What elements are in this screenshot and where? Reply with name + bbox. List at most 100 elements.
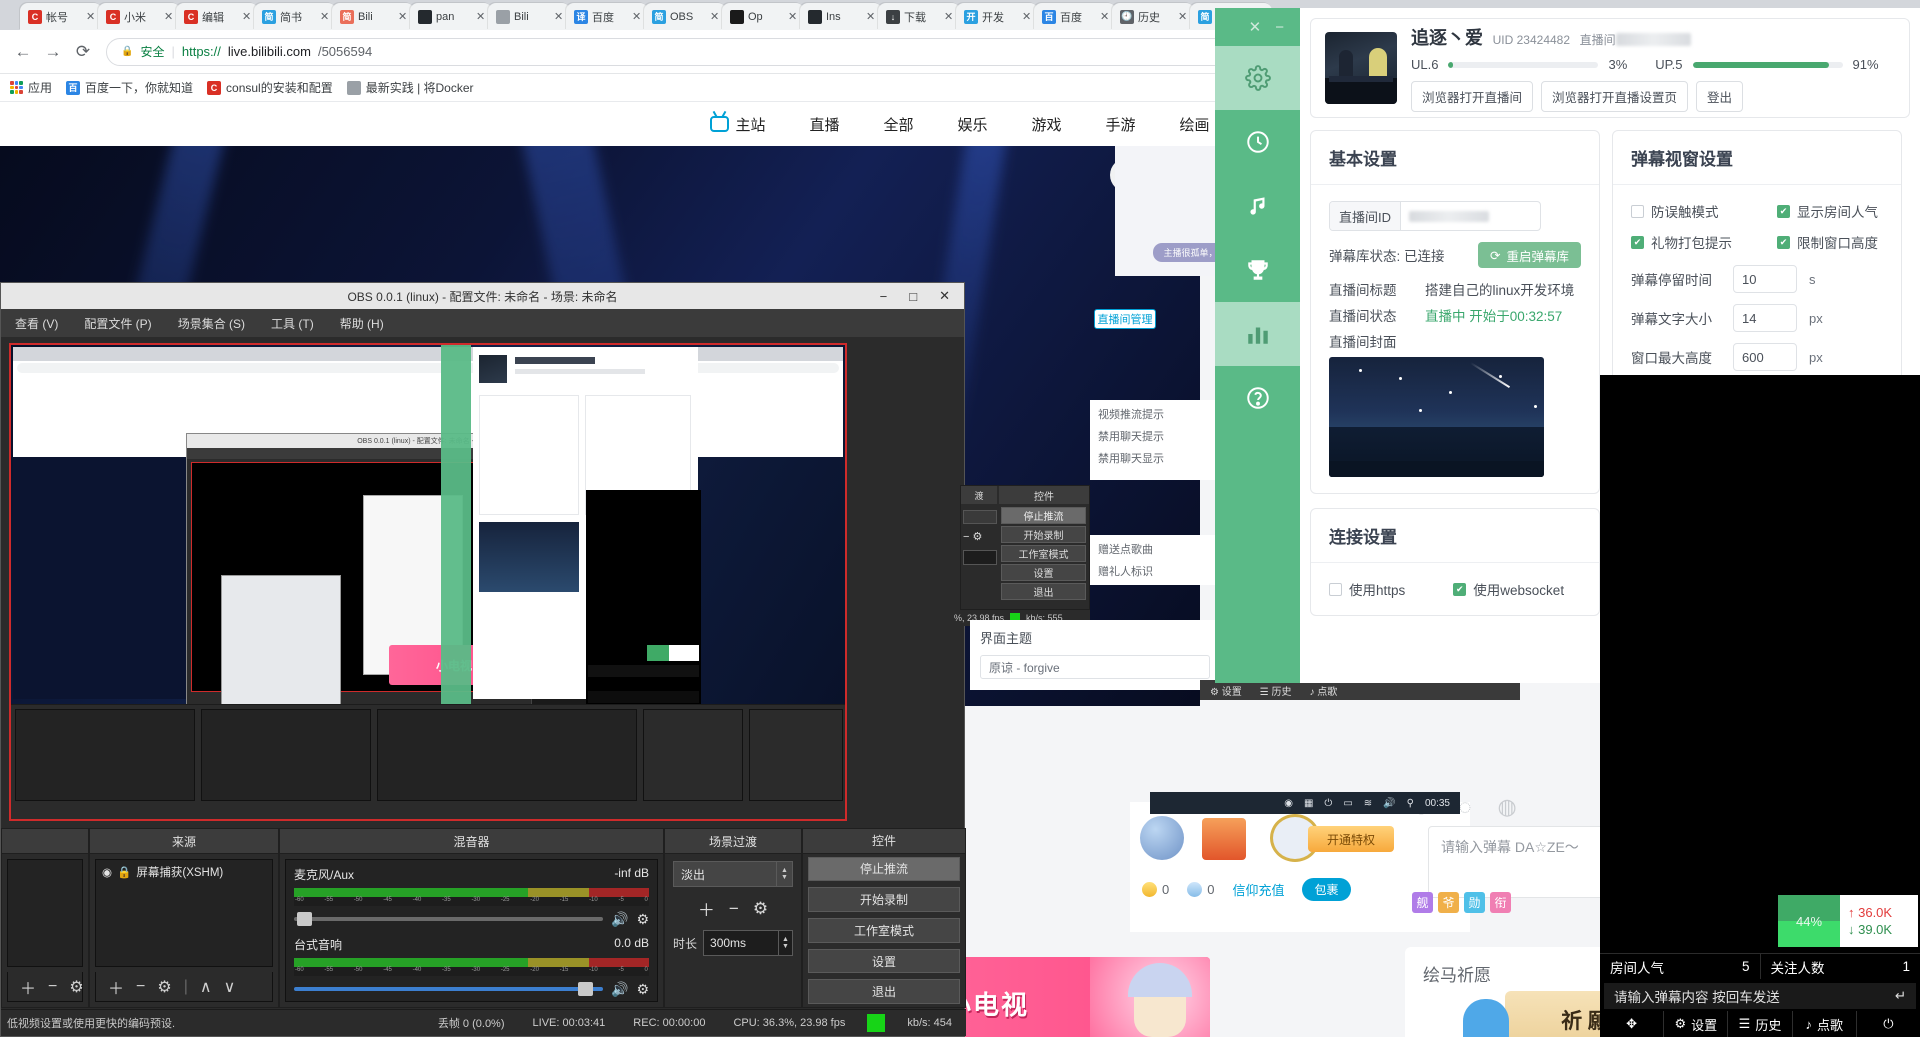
anti-misclick-checkbox[interactable]: [1631, 204, 1644, 218]
option-item[interactable]: 视频推流提示: [1098, 406, 1207, 422]
tab-close-icon[interactable]: ✕: [242, 10, 252, 23]
flame-icon[interactable]: ◌: [1458, 794, 1471, 820]
browser-tab[interactable]: pan ✕: [410, 3, 492, 30]
mixer-volume-slider[interactable]: 🔊 ⚙: [294, 980, 649, 998]
danmu-duration-input[interactable]: 10: [1733, 265, 1797, 293]
menu-profile[interactable]: 配置文件 (P): [84, 315, 151, 332]
tab-close-icon[interactable]: ✕: [788, 10, 798, 23]
open-settings-page-button[interactable]: 浏览器打开直播设置页: [1541, 81, 1689, 112]
badge-master[interactable]: 爷: [1438, 892, 1459, 913]
minimize-icon[interactable]: −: [1275, 19, 1284, 36]
browser-tab[interactable]: C 小米 ✕: [98, 3, 180, 30]
sources-list[interactable]: ◉ 🔒 屏幕捕获(XSHM): [95, 859, 273, 967]
tab-close-icon[interactable]: ✕: [320, 10, 330, 23]
avatar[interactable]: [1325, 32, 1397, 104]
stop-stream-button[interactable]: 停止推流: [808, 856, 960, 882]
settings-button[interactable]: 设置: [808, 948, 960, 974]
ui-theme-select[interactable]: 原谅 - forgive: [980, 655, 1210, 679]
tab-close-icon[interactable]: ✕: [554, 10, 564, 23]
browser-tab[interactable]: 百百度 ✕: [1034, 3, 1116, 30]
add-scene-icon[interactable]: ＋: [20, 975, 36, 999]
bookmark-item[interactable]: 最新实践 | 将Docker: [346, 79, 474, 96]
badge-medal[interactable]: 勋: [1464, 892, 1485, 913]
nav-item-game[interactable]: 游戏: [1032, 114, 1062, 135]
studio-mode-button[interactable]: 工作室模式: [808, 918, 960, 943]
use-websocket-checkbox[interactable]: ✔: [1453, 582, 1467, 596]
mixer-volume-slider[interactable]: 🔊 ⚙: [294, 910, 649, 928]
browser-tab[interactable]: 译百度 ✕: [566, 3, 648, 30]
transition-type[interactable]: 淡出: [674, 862, 776, 886]
room-id-value[interactable]: [1401, 202, 1540, 230]
mute-icon[interactable]: 🔊: [611, 981, 628, 998]
tab-close-icon[interactable]: ✕: [1178, 10, 1188, 23]
enter-icon[interactable]: ↵: [1895, 988, 1906, 1004]
browser-tab[interactable]: 简 Bili ✕: [332, 3, 414, 30]
danmu-power-button[interactable]: ⏻: [1855, 1011, 1920, 1037]
bookmark-item[interactable]: 百百度一下，你就知道: [66, 79, 193, 96]
danmu-send-input[interactable]: 请输入弹幕内容 按回车发送 ↵: [1604, 983, 1916, 1009]
bookmark-item[interactable]: 应用: [10, 79, 52, 96]
show-popularity-checkbox[interactable]: ✔: [1777, 204, 1790, 218]
mini-transition-select[interactable]: [963, 510, 997, 524]
menu-help[interactable]: 帮助 (H): [340, 315, 384, 332]
remove-source-icon[interactable]: −: [136, 978, 145, 996]
obs-preview[interactable]: OBS 0.0.1 (linux) - 配置文件: 未命名 - 场景: 未命名 …: [9, 343, 847, 821]
privilege-button[interactable]: 开通特权: [1308, 826, 1394, 852]
option-item[interactable]: 禁用聊天显示: [1098, 450, 1207, 466]
channel-settings-icon[interactable]: ⚙: [636, 911, 649, 928]
mini-settings-button[interactable]: 设置: [1001, 564, 1086, 581]
forward-button[interactable]: →: [38, 37, 68, 67]
danmu-maxheight-input[interactable]: 600: [1733, 343, 1797, 371]
exit-button[interactable]: 退出: [808, 979, 960, 1005]
mini-duration-input[interactable]: [963, 550, 997, 565]
gift-pack-row[interactable]: ✔ 礼物打包提示: [1631, 232, 1741, 252]
nav-item-home[interactable]: 主站: [710, 114, 765, 135]
menu-tools[interactable]: 工具 (T): [271, 315, 314, 332]
restart-danmu-button[interactable]: ⟳ 重启弹幕库: [1478, 242, 1581, 268]
gift-fries-icon[interactable]: [1202, 818, 1246, 860]
bili-song-item[interactable]: ♪ 点歌: [1310, 683, 1338, 698]
open-room-button[interactable]: 浏览器打开直播间: [1411, 81, 1534, 112]
add-source-icon[interactable]: ＋: [108, 975, 124, 999]
browser-tab[interactable]: C 帐号 ✕: [20, 3, 102, 30]
mini-exit-button[interactable]: 退出: [1001, 583, 1086, 600]
source-item[interactable]: ◉ 🔒 屏幕捕获(XSHM): [102, 864, 266, 880]
nav-item-all[interactable]: 全部: [883, 114, 913, 135]
sidebar-item-help[interactable]: [1215, 366, 1300, 430]
option-item[interactable]: 禁用聊天提示: [1098, 428, 1207, 444]
move-source-down-icon[interactable]: ∨: [224, 977, 236, 997]
gift-coin-icon[interactable]: [1140, 816, 1184, 860]
transition-spinner[interactable]: ▲ ▼: [776, 862, 792, 886]
danmu-fontsize-input[interactable]: 14: [1733, 304, 1797, 332]
nav-item-live[interactable]: 直播: [809, 114, 839, 135]
tab-close-icon[interactable]: ✕: [476, 10, 486, 23]
browser-tab[interactable]: Bili ✕: [488, 3, 570, 30]
channel-settings-icon[interactable]: ⚙: [636, 981, 649, 998]
menu-scene-collection[interactable]: 场景集合 (S): [178, 315, 245, 332]
nav-item-drawing[interactable]: 绘画: [1180, 114, 1210, 135]
lock-icon[interactable]: 🔒: [117, 865, 131, 879]
limit-height-checkbox[interactable]: ✔: [1777, 235, 1790, 249]
tab-close-icon[interactable]: ✕: [1100, 10, 1110, 23]
sidebar-item-clock[interactable]: [1215, 110, 1300, 174]
close-icon[interactable]: ✕: [1249, 18, 1262, 36]
remove-scene-icon[interactable]: −: [48, 978, 57, 996]
tab-close-icon[interactable]: ✕: [632, 10, 642, 23]
bili-history-item[interactable]: ☰ 历史: [1260, 683, 1292, 698]
room-id-input-group[interactable]: 直播间ID: [1329, 201, 1541, 231]
scene-settings-icon[interactable]: ⚙: [69, 977, 83, 997]
browser-tab[interactable]: ↓ 下载 ✕: [878, 3, 960, 30]
bili-settings-item[interactable]: ⚙ 设置: [1210, 683, 1242, 698]
bookmark-item[interactable]: Cconsul的安装和配置: [207, 79, 333, 96]
badge-fleet[interactable]: 舰: [1412, 892, 1433, 913]
scenes-list[interactable]: [7, 859, 83, 967]
sidebar-item-stats[interactable]: [1215, 302, 1300, 366]
nav-item-mobilegame[interactable]: 手游: [1106, 114, 1136, 135]
tab-close-icon[interactable]: ✕: [944, 10, 954, 23]
browser-tab[interactable]: 简 OBS ✕: [644, 3, 726, 30]
option-item[interactable]: 赠礼人标识: [1098, 563, 1207, 579]
sidebar-item-gear[interactable]: [1215, 46, 1300, 110]
move-source-up-icon[interactable]: ∧: [200, 977, 212, 997]
mini-start-record-button[interactable]: 开始录制: [1001, 526, 1086, 543]
source-settings-icon[interactable]: ⚙: [157, 977, 171, 997]
